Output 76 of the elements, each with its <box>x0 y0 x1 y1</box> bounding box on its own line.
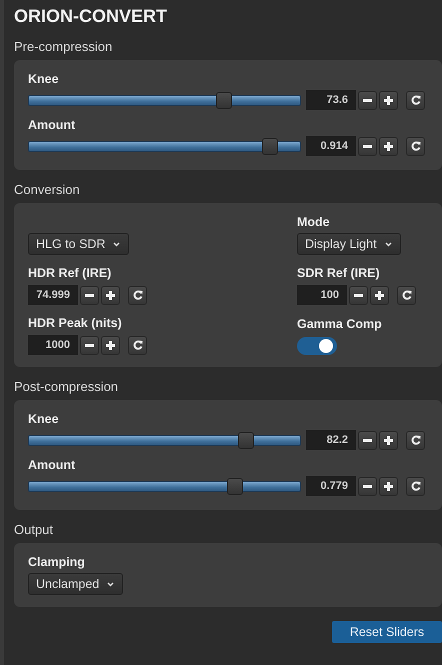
decrement-button[interactable] <box>358 476 377 496</box>
refresh-icon <box>410 481 420 491</box>
value-field[interactable]: 74.999 <box>28 285 78 305</box>
value-field[interactable]: 73.6 <box>306 90 356 110</box>
increment-button[interactable] <box>379 136 398 156</box>
plus-icon <box>384 96 393 104</box>
app-title: ORION-CONVERT <box>14 6 167 27</box>
reset-button[interactable] <box>397 286 416 304</box>
chevron-icon <box>113 242 120 246</box>
chevron-icon <box>107 582 114 586</box>
slider-thumb[interactable] <box>262 138 278 154</box>
slider-thumb[interactable] <box>238 432 254 448</box>
minus-icon <box>363 484 372 488</box>
field-label: HDR Peak (nits) <box>28 316 123 332</box>
refresh-icon <box>410 95 420 105</box>
toggle-switch[interactable] <box>297 337 337 355</box>
decrement-button[interactable] <box>358 430 377 450</box>
decrement-button[interactable] <box>358 90 377 110</box>
plus-icon <box>375 290 384 300</box>
section-heading: Pre-compression <box>14 39 112 54</box>
field-label: Gamma Comp <box>297 317 383 333</box>
dropdown[interactable]: Unclamped <box>28 573 124 595</box>
section-heading: Output <box>14 522 54 537</box>
reset-button[interactable] <box>406 430 425 450</box>
minus-icon <box>363 144 372 148</box>
dropdown[interactable]: HLG to SDR <box>28 233 130 255</box>
slider-label: Amount <box>28 458 76 474</box>
decrement-button[interactable] <box>80 336 99 354</box>
value-field[interactable]: 1000 <box>28 335 78 355</box>
minus-icon <box>363 98 372 102</box>
refresh-icon <box>132 340 142 350</box>
reset-sliders-button[interactable]: Reset Sliders <box>332 621 442 643</box>
reset-button[interactable] <box>406 90 425 110</box>
slider-label: Amount <box>28 118 76 134</box>
value-field[interactable]: 0.779 <box>306 476 356 496</box>
minus-icon <box>363 438 372 442</box>
minus-icon <box>85 344 94 346</box>
plus-icon <box>384 436 393 444</box>
reset-button[interactable] <box>406 136 425 156</box>
slider-label: Knee <box>28 412 59 428</box>
reset-button[interactable] <box>128 286 147 304</box>
increment-button[interactable] <box>379 476 398 496</box>
decrement-button[interactable] <box>349 286 368 304</box>
chevron-icon <box>384 242 392 246</box>
increment-button[interactable] <box>379 430 398 450</box>
dropdown[interactable]: Display Light <box>297 233 401 255</box>
increment-button[interactable] <box>101 336 120 354</box>
increment-button[interactable] <box>101 286 120 304</box>
slider-thumb[interactable] <box>226 478 243 494</box>
reset-button[interactable] <box>406 476 425 496</box>
minus-icon <box>85 294 94 296</box>
increment-button[interactable] <box>370 286 389 304</box>
decrement-button[interactable] <box>358 136 377 156</box>
minus-icon <box>354 294 363 296</box>
decrement-button[interactable] <box>80 286 99 304</box>
value-field[interactable]: 100 <box>297 285 347 305</box>
section-heading: Conversion <box>14 182 80 197</box>
field-label: Mode <box>297 215 331 231</box>
reset-button[interactable] <box>128 336 147 354</box>
plus-icon <box>106 340 115 350</box>
value-field[interactable]: 0.914 <box>306 136 356 156</box>
plus-icon <box>106 290 115 300</box>
refresh-icon <box>410 141 420 151</box>
plus-icon <box>384 142 393 150</box>
field-label: SDR Ref (IRE) <box>297 266 381 282</box>
slider-label: Knee <box>28 72 59 88</box>
section-heading: Post-compression <box>14 379 118 394</box>
increment-button[interactable] <box>379 90 398 110</box>
value-field[interactable]: 82.2 <box>306 430 356 450</box>
plus-icon <box>384 482 393 490</box>
field-label: HDR Ref (IRE) <box>28 266 112 282</box>
field-label: Clamping <box>28 555 86 571</box>
slider-thumb[interactable] <box>216 92 232 108</box>
refresh-icon <box>410 435 420 445</box>
refresh-icon <box>402 290 412 300</box>
refresh-icon <box>132 290 142 300</box>
